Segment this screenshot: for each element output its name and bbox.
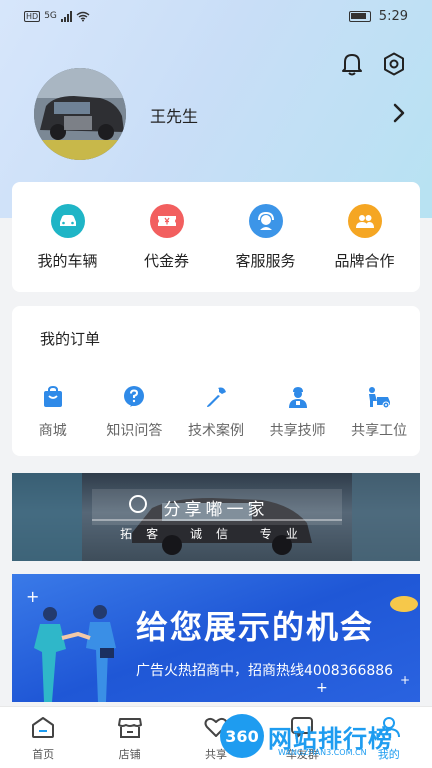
status-bar: HD 5G 5:29 <box>0 0 432 32</box>
quick-actions-card: 我的车辆 代金券 客服服务 品牌合作 <box>12 182 420 292</box>
quick-action-customer-service[interactable]: 客服服务 <box>221 203 311 271</box>
watermark-logo: 360 <box>220 714 264 758</box>
customer-service-icon <box>248 203 283 238</box>
question-icon <box>119 382 149 412</box>
order-item-mall[interactable]: 商城 <box>13 382 93 440</box>
header-actions <box>340 52 406 76</box>
quick-action-label: 代金券 <box>143 251 189 270</box>
orders-title: 我的订单 <box>40 330 101 348</box>
quick-action-label: 客服服务 <box>235 251 296 270</box>
quick-action-coupons[interactable]: 代金券 <box>122 203 212 271</box>
order-item-label: 技术案例 <box>187 423 244 439</box>
advertising-banner[interactable]: + + + 给您展示的机会 广告火热招商中，招商热线4008366886 <box>12 574 420 702</box>
quick-action-label: 我的车辆 <box>37 251 98 270</box>
orders-card: 我的订单 商城 知识问答 技术案例 共享技师 共享工位 <box>12 306 420 456</box>
bell-icon[interactable] <box>340 52 364 76</box>
wifi-icon <box>76 11 90 21</box>
tab-home[interactable]: 首页 <box>0 714 86 762</box>
watermark-overlay: 360 网站排行榜 WANGZHAN3.COM.CN <box>220 708 432 764</box>
avatar[interactable] <box>34 68 126 160</box>
coupon-icon <box>149 203 184 238</box>
battery-icon <box>348 10 371 22</box>
advertising-banner-subtitle: 广告火热招商中，招商热线4008366886 <box>136 663 394 679</box>
share-banner-title: 分享嘟一家 <box>163 500 269 520</box>
clock: 5:29 <box>378 8 408 24</box>
hd-icon: HD <box>24 10 41 22</box>
order-item-label: 共享技师 <box>269 423 326 439</box>
svg-text:+: + <box>26 587 39 606</box>
technician-icon <box>283 382 313 412</box>
shopping-bag-icon <box>38 382 68 412</box>
order-item-label: 商城 <box>38 423 67 439</box>
chevron-right-icon[interactable] <box>392 102 406 128</box>
workstation-icon <box>364 382 394 412</box>
quick-action-brand-partnership[interactable]: 品牌合作 <box>320 203 410 271</box>
order-item-qa[interactable]: 知识问答 <box>94 382 174 440</box>
watermark-subtext: WANGZHAN3.COM.CN <box>278 748 367 757</box>
tab-store[interactable]: 店铺 <box>87 714 173 762</box>
status-indicators: HD 5G <box>24 10 90 22</box>
svg-text:+: + <box>400 673 410 687</box>
status-right: 5:29 <box>348 8 408 24</box>
wrench-icon <box>201 382 231 412</box>
quick-action-my-vehicles[interactable]: 我的车辆 <box>23 203 113 271</box>
tab-label: 店铺 <box>118 747 141 761</box>
home-icon <box>30 714 56 740</box>
order-item-shared-technician[interactable]: 共享技师 <box>258 382 338 440</box>
car-icon <box>50 203 85 238</box>
quick-action-label: 品牌合作 <box>334 251 395 270</box>
signal-icon <box>60 10 72 22</box>
order-item-label: 知识问答 <box>106 423 163 439</box>
tab-label: 首页 <box>32 747 55 761</box>
orders-row: 商城 知识问答 技术案例 共享技师 共享工位 <box>12 382 420 440</box>
advertising-banner-title: 给您展示的机会 <box>136 608 375 646</box>
order-item-label: 共享工位 <box>351 423 408 439</box>
settings-icon[interactable] <box>382 52 406 76</box>
order-item-shared-workstation[interactable]: 共享工位 <box>339 382 419 440</box>
username[interactable]: 王先生 <box>150 103 198 127</box>
share-banner[interactable]: 分享嘟一家 拓客 诚信 专业 <box>12 473 420 561</box>
share-banner-subtitle: 拓客 诚信 专业 <box>120 527 312 541</box>
store-icon <box>117 714 143 740</box>
network-label: 5G <box>44 11 57 21</box>
order-item-tech-cases[interactable]: 技术案例 <box>176 382 256 440</box>
svg-text:+: + <box>316 680 328 696</box>
partnership-icon <box>347 203 382 238</box>
